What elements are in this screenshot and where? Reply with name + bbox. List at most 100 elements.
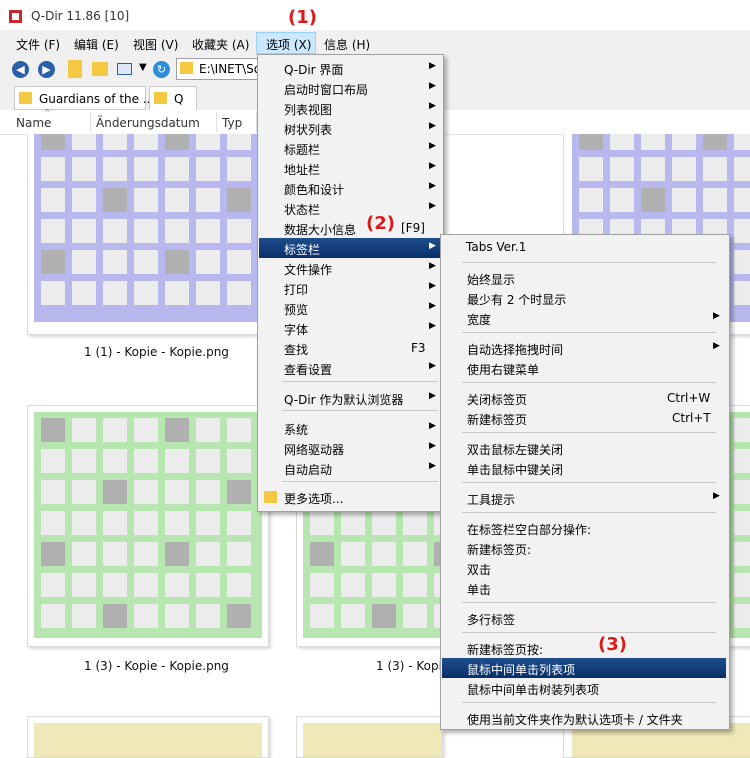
column-modified[interactable]: Änderungsdatum (96, 116, 200, 130)
view-dropdown-icon[interactable]: ▼ (139, 62, 147, 73)
tabs-item-middle-click-tree-item[interactable]: 鼠标中间单击树装列表项 (442, 678, 726, 698)
tabs-item-always-show[interactable]: 始终显示 (442, 268, 726, 288)
new-folder-icon[interactable] (92, 62, 108, 76)
tabs-item-multi-row-tabs[interactable]: 多行标签 (442, 608, 726, 628)
options-item-tab-bar[interactable]: 标签栏 ▶ (259, 238, 440, 258)
grid-cell (41, 542, 65, 566)
menu-item-label: 新建标签页 (467, 413, 528, 427)
options-item-font[interactable]: 字体 ▶ (259, 318, 440, 338)
menu-options[interactable]: 选项 (X) (264, 36, 313, 53)
tabs-item-middle-click-list-item[interactable]: 鼠标中间单击列表项 (442, 658, 726, 678)
shortcut-text: F3 (411, 341, 426, 355)
grid-cell (734, 281, 750, 305)
options-item-startup-layout[interactable]: 启动时窗口布局 ▶ (259, 78, 440, 98)
grid-cell (165, 511, 189, 535)
column-type[interactable]: Typ (222, 116, 242, 130)
up-folder-icon[interactable] (68, 60, 82, 78)
options-item-list-view[interactable]: 列表视图 ▶ (259, 98, 440, 118)
tabs-item-new-tab[interactable]: 新建标签页 Ctrl+T (442, 408, 726, 428)
thumbnail-image[interactable] (296, 716, 443, 758)
options-item-address-bar[interactable]: 地址栏 ▶ (259, 158, 440, 178)
grid-cell (134, 250, 158, 274)
grid-cell (103, 449, 127, 473)
grid-cell (227, 281, 251, 305)
menu-item-label: 启动时窗口布局 (284, 83, 369, 97)
grid-cell (196, 157, 220, 181)
thumbnail-image[interactable] (27, 134, 269, 335)
tabs-item-new-tab-heading: 新建标签页: (442, 538, 726, 558)
thumbnail-label[interactable]: 1 (3) - Kopie - Kopie.png (84, 659, 229, 673)
grid-cell (134, 480, 158, 504)
back-icon[interactable]: ◀ (12, 61, 29, 78)
tabs-item-middle-click-close[interactable]: 单击鼠标中键关闭 (442, 458, 726, 478)
tabs-item-use-current-folder-default[interactable]: 使用当前文件夹作为默认选项卡 / 文件夹 (442, 708, 726, 728)
grid-cell (579, 157, 603, 181)
grid-cell (341, 542, 365, 566)
tabs-submenu-header: Tabs Ver.1 (466, 240, 527, 254)
tabs-item-width[interactable]: 宽度 ▶ (442, 308, 726, 328)
menu-item-label: 在标签栏空白部分操作: (467, 523, 592, 537)
options-item-qdir-interface[interactable]: Q-Dir 界面 ▶ (259, 58, 440, 78)
grid-cell (72, 219, 96, 243)
submenu-arrow-icon: ▶ (429, 281, 436, 291)
tab-q[interactable]: Q (149, 86, 197, 110)
options-item-autostart[interactable]: 自动启动 ▶ (259, 458, 440, 478)
menu-edit[interactable]: 编辑 (E) (72, 36, 121, 53)
tabs-item-close-tab[interactable]: 关闭标签页 Ctrl+W (442, 388, 726, 408)
options-item-view-settings[interactable]: 查看设置 ▶ (259, 358, 440, 378)
grid-cell (165, 449, 189, 473)
grid-cell (165, 604, 189, 628)
thumbnail-label[interactable]: 1 (1) - Kopie - Kopie.png (84, 345, 229, 359)
options-item-data-size-info[interactable]: 数据大小信息 [F9] (259, 218, 440, 238)
options-item-status-bar[interactable]: 状态栏 ▶ (259, 198, 440, 218)
column-name[interactable]: Name (16, 116, 51, 130)
options-item-find[interactable]: 查找 F3 (259, 338, 440, 358)
thumbnail-label[interactable]: 1 (3) - Kopie (376, 659, 449, 673)
shortcut-text: [F9] (401, 221, 425, 235)
tab-guardians[interactable]: Guardians of the ... (14, 86, 154, 110)
tabs-item-double-left-close[interactable]: 双击鼠标左键关闭 (442, 438, 726, 458)
grid-cell (196, 449, 220, 473)
options-item-file-operations[interactable]: 文件操作 ▶ (259, 258, 440, 278)
grid-cell (72, 604, 96, 628)
menu-item-label: 文件操作 (284, 263, 333, 277)
options-item-preview[interactable]: 预览 ▶ (259, 298, 440, 318)
menu-item-label: 标签栏 (284, 243, 321, 257)
forward-icon[interactable]: ▶ (38, 61, 55, 78)
options-item-more-options[interactable]: 更多选项... (259, 487, 440, 507)
tabs-item-use-right-click-menu[interactable]: 使用右键菜单 (442, 358, 726, 378)
grid-cell (372, 604, 396, 628)
menu-item-label: 自动选择拖拽时间 (467, 343, 564, 357)
tabs-item-double-click[interactable]: 双击 (442, 558, 726, 578)
grid-cell (103, 219, 127, 243)
options-item-color-design[interactable]: 颜色和设计 ▶ (259, 178, 440, 198)
options-item-tree-list[interactable]: 树状列表 ▶ (259, 118, 440, 138)
grid-cell (734, 604, 750, 628)
menu-view[interactable]: 视图 (V) (131, 36, 180, 53)
tabs-item-single-click[interactable]: 单击 (442, 578, 726, 598)
menu-file[interactable]: 文件 (F) (14, 36, 62, 53)
options-item-default-browser[interactable]: Q-Dir 作为默认浏览器 ▶ (259, 388, 440, 408)
options-item-print[interactable]: 打印 ▶ (259, 278, 440, 298)
menu-favorites[interactable]: 收藏夹 (A) (190, 36, 251, 53)
view-mode-icon[interactable] (117, 63, 132, 75)
options-item-title-bar[interactable]: 标题栏 ▶ (259, 138, 440, 158)
tabs-item-tooltip[interactable]: 工具提示 ▶ (442, 488, 726, 508)
column-separator[interactable] (90, 112, 91, 132)
thumbnail-image[interactable] (27, 716, 269, 758)
menu-item-label: 使用右键菜单 (467, 363, 540, 377)
menu-separator (462, 512, 716, 513)
tabs-item-show-if-two[interactable]: 最少有 2 个时显示 (442, 288, 726, 308)
options-item-system[interactable]: 系统 ▶ (259, 418, 440, 438)
menu-info[interactable]: 信息 (H) (322, 36, 372, 53)
address-text[interactable]: E:\INET\So (199, 62, 259, 76)
grid-cell (165, 219, 189, 243)
grid-cell (41, 157, 65, 181)
thumbnail-image[interactable] (27, 405, 269, 647)
menu-separator (462, 382, 716, 383)
options-item-network-drives[interactable]: 网络驱动器 ▶ (259, 438, 440, 458)
refresh-icon[interactable]: ↻ (153, 61, 170, 78)
column-separator[interactable] (216, 112, 217, 132)
tabs-item-auto-select-drag-time[interactable]: 自动选择拖拽时间 ▶ (442, 338, 726, 358)
menu-item-label: Q-Dir 界面 (284, 63, 344, 77)
